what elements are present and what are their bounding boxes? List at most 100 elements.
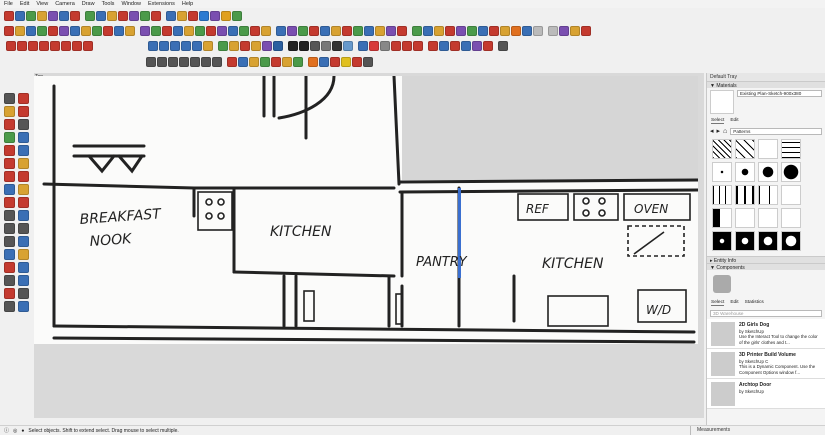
tool-icon[interactable]: [203, 41, 213, 51]
tool-icon[interactable]: [412, 26, 422, 36]
tool-icon[interactable]: [342, 26, 352, 36]
tool-icon[interactable]: [18, 119, 29, 130]
tool-icon[interactable]: [18, 262, 29, 273]
tool-icon[interactable]: [181, 41, 191, 51]
tool-icon[interactable]: [428, 41, 438, 51]
tool-icon[interactable]: [48, 26, 58, 36]
tool-icon[interactable]: [59, 26, 69, 36]
tool-icon[interactable]: [445, 26, 455, 36]
pattern-swatch[interactable]: [735, 208, 755, 228]
tool-icon[interactable]: [391, 41, 401, 51]
tool-icon[interactable]: [37, 26, 47, 36]
tool-icon[interactable]: [250, 26, 260, 36]
component-item[interactable]: 2D Girls Dog by SketchUp Use the Interact …: [707, 319, 825, 349]
tool-icon[interactable]: [282, 57, 292, 67]
tool-icon[interactable]: [192, 41, 202, 51]
pattern-swatch[interactable]: [758, 139, 778, 159]
tool-icon[interactable]: [18, 171, 29, 182]
tool-icon[interactable]: [228, 26, 238, 36]
tool-icon[interactable]: [273, 41, 283, 51]
tool-icon[interactable]: [232, 11, 242, 21]
pattern-swatch[interactable]: [781, 231, 801, 251]
pattern-swatch[interactable]: [758, 208, 778, 228]
tool-icon[interactable]: [140, 11, 150, 21]
pattern-swatch[interactable]: [712, 139, 732, 159]
tool-icon[interactable]: [287, 26, 297, 36]
tool-icon[interactable]: [85, 11, 95, 21]
tool-icon[interactable]: [157, 57, 167, 67]
tool-icon[interactable]: [18, 158, 29, 169]
tool-icon[interactable]: [240, 41, 250, 51]
tool-icon[interactable]: [330, 57, 340, 67]
tool-icon[interactable]: [18, 145, 29, 156]
tool-icon[interactable]: [472, 41, 482, 51]
component-item[interactable]: 3D Printer Build Volume by SketchUp C This…: [707, 349, 825, 379]
tool-icon[interactable]: [309, 26, 319, 36]
pattern-swatch[interactable]: [712, 208, 732, 228]
tool-icon[interactable]: [413, 41, 423, 51]
tool-icon[interactable]: [511, 26, 521, 36]
menu-item[interactable]: Help: [182, 1, 193, 7]
tool-icon[interactable]: [18, 132, 29, 143]
tool-icon[interactable]: [456, 26, 466, 36]
tool-icon[interactable]: [4, 223, 15, 234]
tool-icon[interactable]: [498, 41, 508, 51]
tool-icon[interactable]: [217, 26, 227, 36]
geo-icon[interactable]: ◎: [13, 428, 17, 434]
tool-icon[interactable]: [343, 41, 353, 51]
tool-icon[interactable]: [4, 145, 15, 156]
tool-icon[interactable]: [363, 57, 373, 67]
pattern-swatch[interactable]: [758, 162, 778, 182]
tool-icon[interactable]: [48, 11, 58, 21]
tool-icon[interactable]: [129, 11, 139, 21]
tool-icon[interactable]: [146, 57, 156, 67]
tool-icon[interactable]: [4, 119, 15, 130]
tool-icon[interactable]: [18, 275, 29, 286]
tool-icon[interactable]: [332, 41, 342, 51]
tool-icon[interactable]: [6, 41, 16, 51]
tool-icon[interactable]: [467, 26, 477, 36]
tool-icon[interactable]: [18, 184, 29, 195]
tool-icon[interactable]: [177, 11, 187, 21]
tool-icon[interactable]: [18, 210, 29, 221]
tool-icon[interactable]: [18, 197, 29, 208]
tool-icon[interactable]: [148, 41, 158, 51]
pattern-swatch[interactable]: [758, 185, 778, 205]
measurements-box[interactable]: Measurements: [690, 426, 825, 435]
tool-icon[interactable]: [221, 11, 231, 21]
floor-plan-sketch[interactable]: BREAKFAST NOOK KITCHEN PANTRY KITCHEN RE…: [34, 76, 698, 344]
tab-edit[interactable]: Edit: [730, 118, 738, 124]
tool-icon[interactable]: [261, 26, 271, 36]
tool-icon[interactable]: [352, 57, 362, 67]
pattern-swatch[interactable]: [781, 185, 801, 205]
tool-icon[interactable]: [59, 11, 69, 21]
tool-icon[interactable]: [92, 26, 102, 36]
tab-edit[interactable]: Edit: [730, 300, 738, 306]
tool-icon[interactable]: [18, 301, 29, 312]
forward-icon[interactable]: ▸: [717, 127, 721, 135]
pattern-swatch[interactable]: [712, 185, 732, 205]
tool-icon[interactable]: [50, 41, 60, 51]
tool-icon[interactable]: [15, 26, 25, 36]
tool-icon[interactable]: [212, 57, 222, 67]
tool-icon[interactable]: [18, 106, 29, 117]
tool-icon[interactable]: [522, 26, 532, 36]
tool-icon[interactable]: [227, 57, 237, 67]
tool-icon[interactable]: [15, 11, 25, 21]
tool-icon[interactable]: [159, 41, 169, 51]
tool-icon[interactable]: [4, 26, 14, 36]
tool-icon[interactable]: [548, 26, 558, 36]
pattern-swatch[interactable]: [758, 231, 778, 251]
back-icon[interactable]: ◂: [710, 127, 714, 135]
tool-icon[interactable]: [288, 41, 298, 51]
pattern-swatch[interactable]: [781, 162, 801, 182]
tool-icon[interactable]: [166, 11, 176, 21]
tool-icon[interactable]: [483, 41, 493, 51]
tool-icon[interactable]: [4, 184, 15, 195]
tool-icon[interactable]: [489, 26, 499, 36]
tool-icon[interactable]: [173, 26, 183, 36]
tool-icon[interactable]: [70, 11, 80, 21]
tool-icon[interactable]: [239, 26, 249, 36]
tool-icon[interactable]: [581, 26, 591, 36]
tool-icon[interactable]: [218, 41, 228, 51]
